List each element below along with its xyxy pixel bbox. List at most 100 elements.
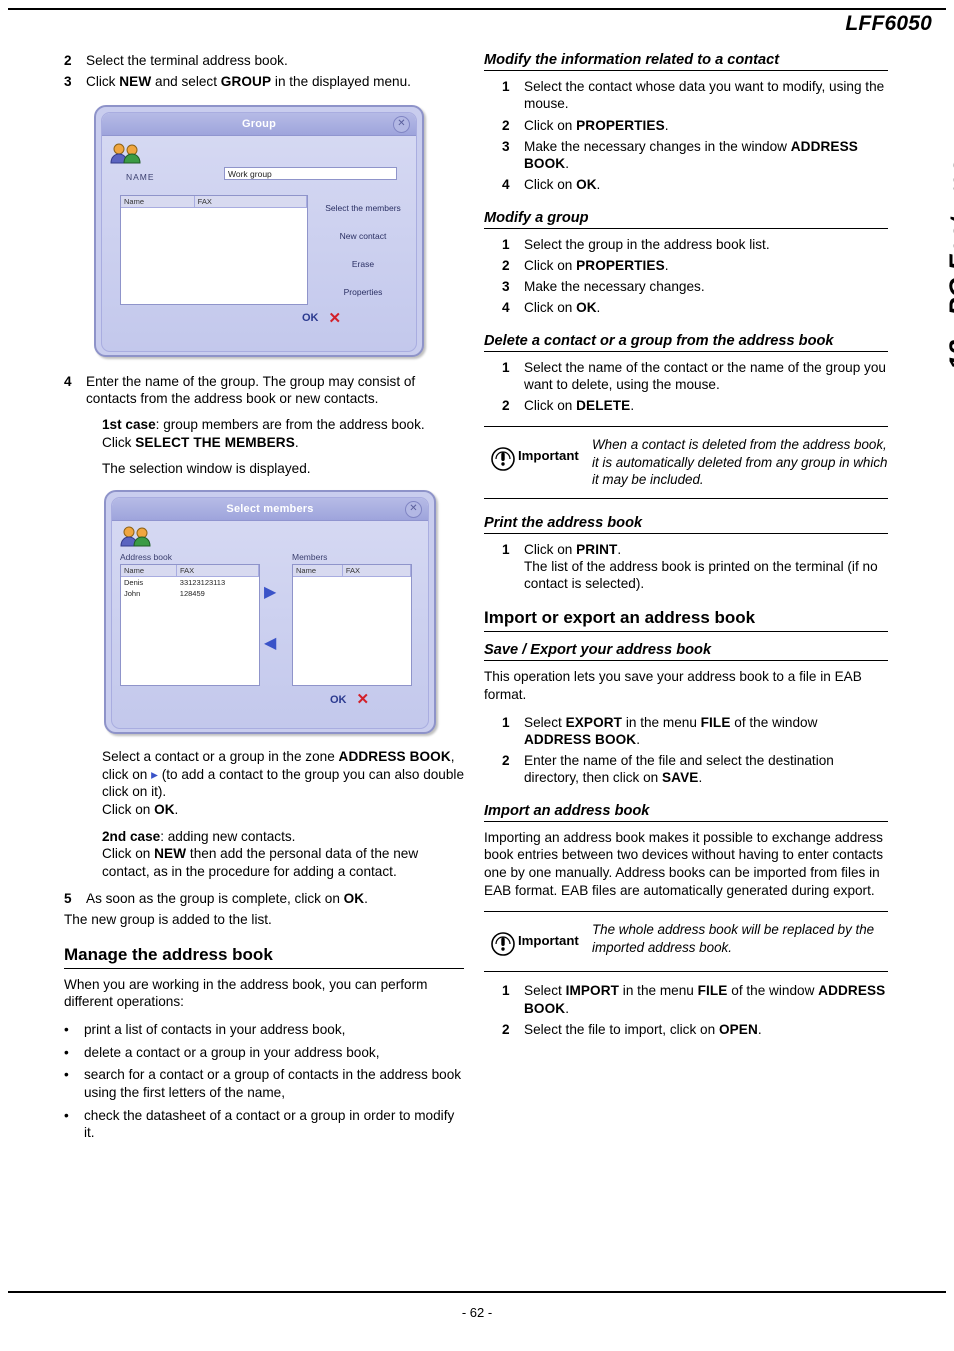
top-rule	[8, 8, 946, 10]
step-text: Select the terminal address book.	[86, 53, 288, 68]
step-number: 2	[502, 398, 510, 413]
cancel-button[interactable]: ✕	[329, 311, 342, 326]
important-note-delete: Important When a contact is deleted from…	[484, 426, 888, 499]
column-name: Name	[121, 565, 177, 577]
inline-arrow-icon: ▸	[151, 766, 158, 782]
left-column: 2 Select the terminal address book. 3 Cl…	[64, 52, 464, 1147]
properties-button[interactable]: Properties	[320, 287, 406, 297]
list-item: 2 Click on DELETE.	[502, 397, 888, 414]
ok-button[interactable]: OK	[330, 694, 347, 706]
list-header: Name FAX	[293, 565, 411, 578]
contact-name: John	[124, 589, 141, 599]
keyword-address-book: ADDRESS BOOK	[338, 749, 451, 765]
close-icon[interactable]: ✕	[393, 115, 410, 133]
step-number: 2	[64, 53, 72, 68]
bullet-icon: •	[64, 1021, 69, 1037]
step-text: Make the necessary changes in the window…	[524, 138, 858, 171]
select-members-dialog-title: Select members	[112, 498, 428, 522]
important-text: When a contact is deleted from the addre…	[592, 437, 888, 488]
group-dialog-body: Group ✕ NAME Work group Name FAX Select …	[101, 111, 417, 352]
list-item: 3 Make the necessary changes.	[502, 278, 888, 295]
keyword-file: FILE	[697, 983, 728, 999]
step-number: 2	[502, 1021, 510, 1037]
step-number: 2	[502, 117, 510, 133]
important-label: Important	[518, 448, 579, 464]
keyword-select-the-members: SELECT THE MEMBERS	[135, 434, 295, 450]
table-row[interactable]: John 128459	[121, 588, 259, 599]
print-address-book-heading: Print the address book	[484, 515, 888, 534]
list-item: • search for a contact or a group of cont…	[64, 1066, 464, 1101]
contacts-icon	[110, 141, 144, 165]
list-item: 1 Select the contact whose data you want…	[502, 78, 888, 113]
list-item: 1 Select EXPORT in the menu FILE of the …	[502, 714, 888, 749]
selection-window-line: The selection window is displayed.	[102, 461, 311, 477]
new-contact-button[interactable]: New contact	[320, 231, 406, 241]
step-text: Click NEW and select GROUP in the displa…	[86, 74, 411, 90]
step-text: Click on OK.	[524, 300, 601, 316]
keyword-group: GROUP	[220, 74, 272, 90]
step-text: Enter the name of the file and select th…	[524, 753, 834, 786]
list-item: 4 Enter the name of the group. The group…	[64, 373, 464, 408]
group-name-input[interactable]: Work group	[224, 166, 397, 180]
document-page: LFF6050 12 - PC Features - 62 - 2 Select…	[0, 0, 954, 1351]
import-export-heading: Import or export an address book	[484, 608, 888, 633]
contact-name: Denis	[124, 578, 144, 588]
remove-member-arrow-icon[interactable]: ◀	[264, 633, 276, 653]
list-item: 2 Select the terminal address book.	[64, 52, 464, 69]
list-item: 4 Click on OK.	[502, 176, 888, 193]
chapter-side-tab: 12 - PC Features	[904, 50, 954, 380]
keyword-ok: OK	[154, 802, 175, 818]
add-member-arrow-icon[interactable]: ▶	[264, 582, 276, 602]
operations-bullet-list: • print a list of contacts in your addres…	[64, 1021, 464, 1142]
list-item: 2 Select the file to import, click on OP…	[502, 1021, 888, 1038]
group-dialog-title: Group	[102, 112, 416, 136]
list-item: 1 Select IMPORT in the menu FILE of the …	[502, 982, 888, 1017]
step-number: 3	[502, 138, 510, 154]
keyword-ok: OK	[343, 890, 365, 906]
bullet-text: delete a contact or a group in your addr…	[84, 1044, 380, 1060]
important-note-import: Important The whole address book will be…	[484, 911, 888, 973]
second-case-label: 2nd case	[102, 828, 161, 844]
select-members-dialog-screenshot: Select members ✕ Address book Members Na…	[104, 490, 436, 735]
step-text: Click on PRINT. The list of the address b…	[524, 541, 878, 592]
ok-button[interactable]: OK	[302, 312, 319, 324]
step-text: Select EXPORT in the menu FILE of the wi…	[524, 714, 818, 747]
keyword-file: FILE	[700, 714, 731, 730]
keyword-properties: PROPERTIES	[576, 117, 665, 133]
close-icon[interactable]: ✕	[405, 501, 422, 519]
first-case-paragraph: 1st case: group members are from the add…	[102, 417, 425, 450]
table-row[interactable]: Denis 33123123113	[121, 577, 259, 588]
keyword-print: PRINT	[576, 541, 618, 557]
bullet-text: print a list of contacts in your address…	[84, 1021, 346, 1037]
step-number: 2	[502, 257, 510, 273]
second-case-paragraph: 2nd case: adding new contacts. Click on …	[102, 828, 419, 880]
dialog-actions: OK ✕	[302, 311, 341, 326]
step-number: 4	[502, 300, 510, 316]
list-item: 2 Click on PROPERTIES.	[502, 117, 888, 134]
step-number: 1	[502, 541, 510, 557]
select-the-members-button[interactable]: Select the members	[320, 203, 406, 213]
step-text: Select the contact whose data you want t…	[524, 79, 885, 112]
save-intro-paragraph: This operation lets you save your addres…	[484, 669, 862, 702]
list-item: • delete a contact or a group in your add…	[64, 1044, 464, 1062]
step-number: 3	[64, 74, 72, 90]
column-fax: FAX	[343, 565, 411, 577]
manage-address-book-heading: Manage the address book	[64, 945, 464, 969]
keyword-save: SAVE	[662, 770, 699, 786]
document-title: LFF6050	[845, 12, 932, 35]
address-book-list[interactable]: Name FAX Denis 33123123113 John 128459	[120, 564, 260, 687]
bullet-text: search for a contact or a group of conta…	[84, 1067, 462, 1100]
keyword-properties: PROPERTIES	[576, 257, 665, 273]
cancel-button[interactable]: ✕	[357, 692, 370, 707]
keyword-export: EXPORT	[565, 714, 623, 730]
erase-button[interactable]: Erase	[320, 259, 406, 269]
step-number: 1	[502, 983, 510, 999]
members-list[interactable]: Name FAX	[292, 564, 412, 687]
step-text: Enter the name of the group. The group m…	[86, 373, 416, 406]
bullet-icon: •	[64, 1107, 69, 1123]
step-text: Click on PROPERTIES.	[524, 117, 669, 133]
group-members-list[interactable]: Name FAX	[120, 194, 308, 305]
keyword-address-book: ADDRESS BOOK	[524, 731, 637, 747]
list-item: 5 As soon as the group is complete, clic…	[64, 890, 464, 907]
address-book-zone-label: Address book	[120, 552, 172, 563]
